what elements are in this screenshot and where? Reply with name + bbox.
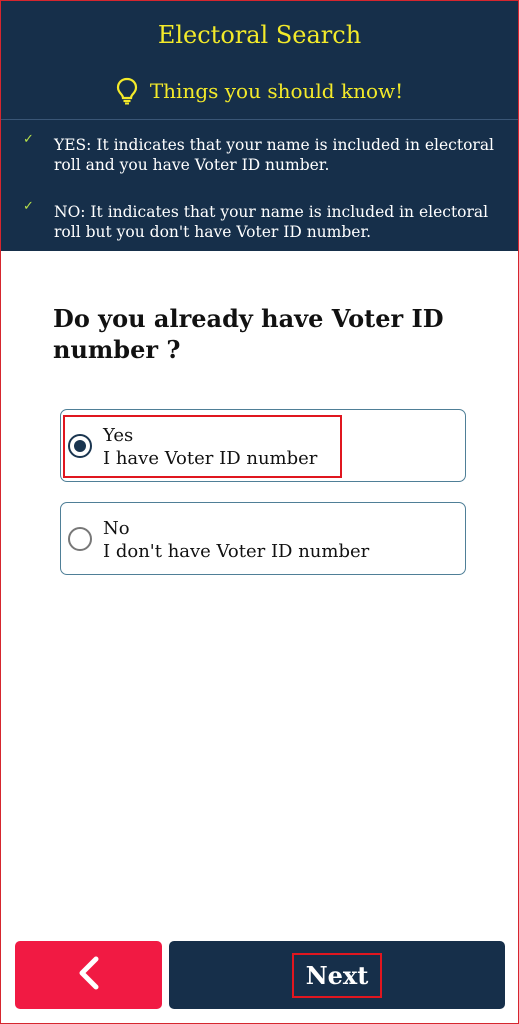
- next-button[interactable]: Next: [169, 941, 505, 1009]
- note-yes-text: YES: It indicates that your name is incl…: [54, 136, 495, 174]
- tip-title: Things you should know!: [149, 79, 404, 103]
- lightbulb-icon: [116, 77, 138, 105]
- option-yes-sub: I have Voter ID number: [103, 448, 318, 469]
- checkmark-icon: ✓: [23, 132, 34, 147]
- checkmark-icon: ✓: [23, 199, 34, 214]
- tip-heading: Things you should know!: [1, 77, 518, 105]
- option-yes[interactable]: Yes I have Voter ID number: [60, 409, 466, 482]
- chevron-left-icon: [76, 956, 102, 994]
- option-no-label: No: [103, 518, 130, 539]
- note-no-text: NO: It indicates that your name is inclu…: [54, 203, 489, 241]
- radio-unselected-icon[interactable]: [68, 527, 92, 551]
- option-no-text: No I don't have Voter ID number: [103, 517, 369, 563]
- radio-selected-icon[interactable]: [68, 434, 92, 458]
- option-yes-text: Yes I have Voter ID number: [103, 424, 317, 470]
- back-button[interactable]: [15, 941, 162, 1009]
- option-yes-label: Yes: [103, 425, 134, 446]
- header: Electoral Search Things you should know!…: [1, 1, 518, 251]
- question-heading: Do you already have Voter ID number ?: [53, 304, 444, 364]
- note-yes: ✓ YES: It indicates that your name is in…: [23, 132, 503, 175]
- next-button-label: Next: [291, 952, 383, 998]
- note-no: ✓ NO: It indicates that your name is inc…: [23, 199, 503, 242]
- option-no[interactable]: No I don't have Voter ID number: [60, 502, 466, 575]
- header-divider: [1, 119, 518, 120]
- option-no-sub: I don't have Voter ID number: [103, 541, 370, 562]
- page-title: Electoral Search: [157, 21, 362, 49]
